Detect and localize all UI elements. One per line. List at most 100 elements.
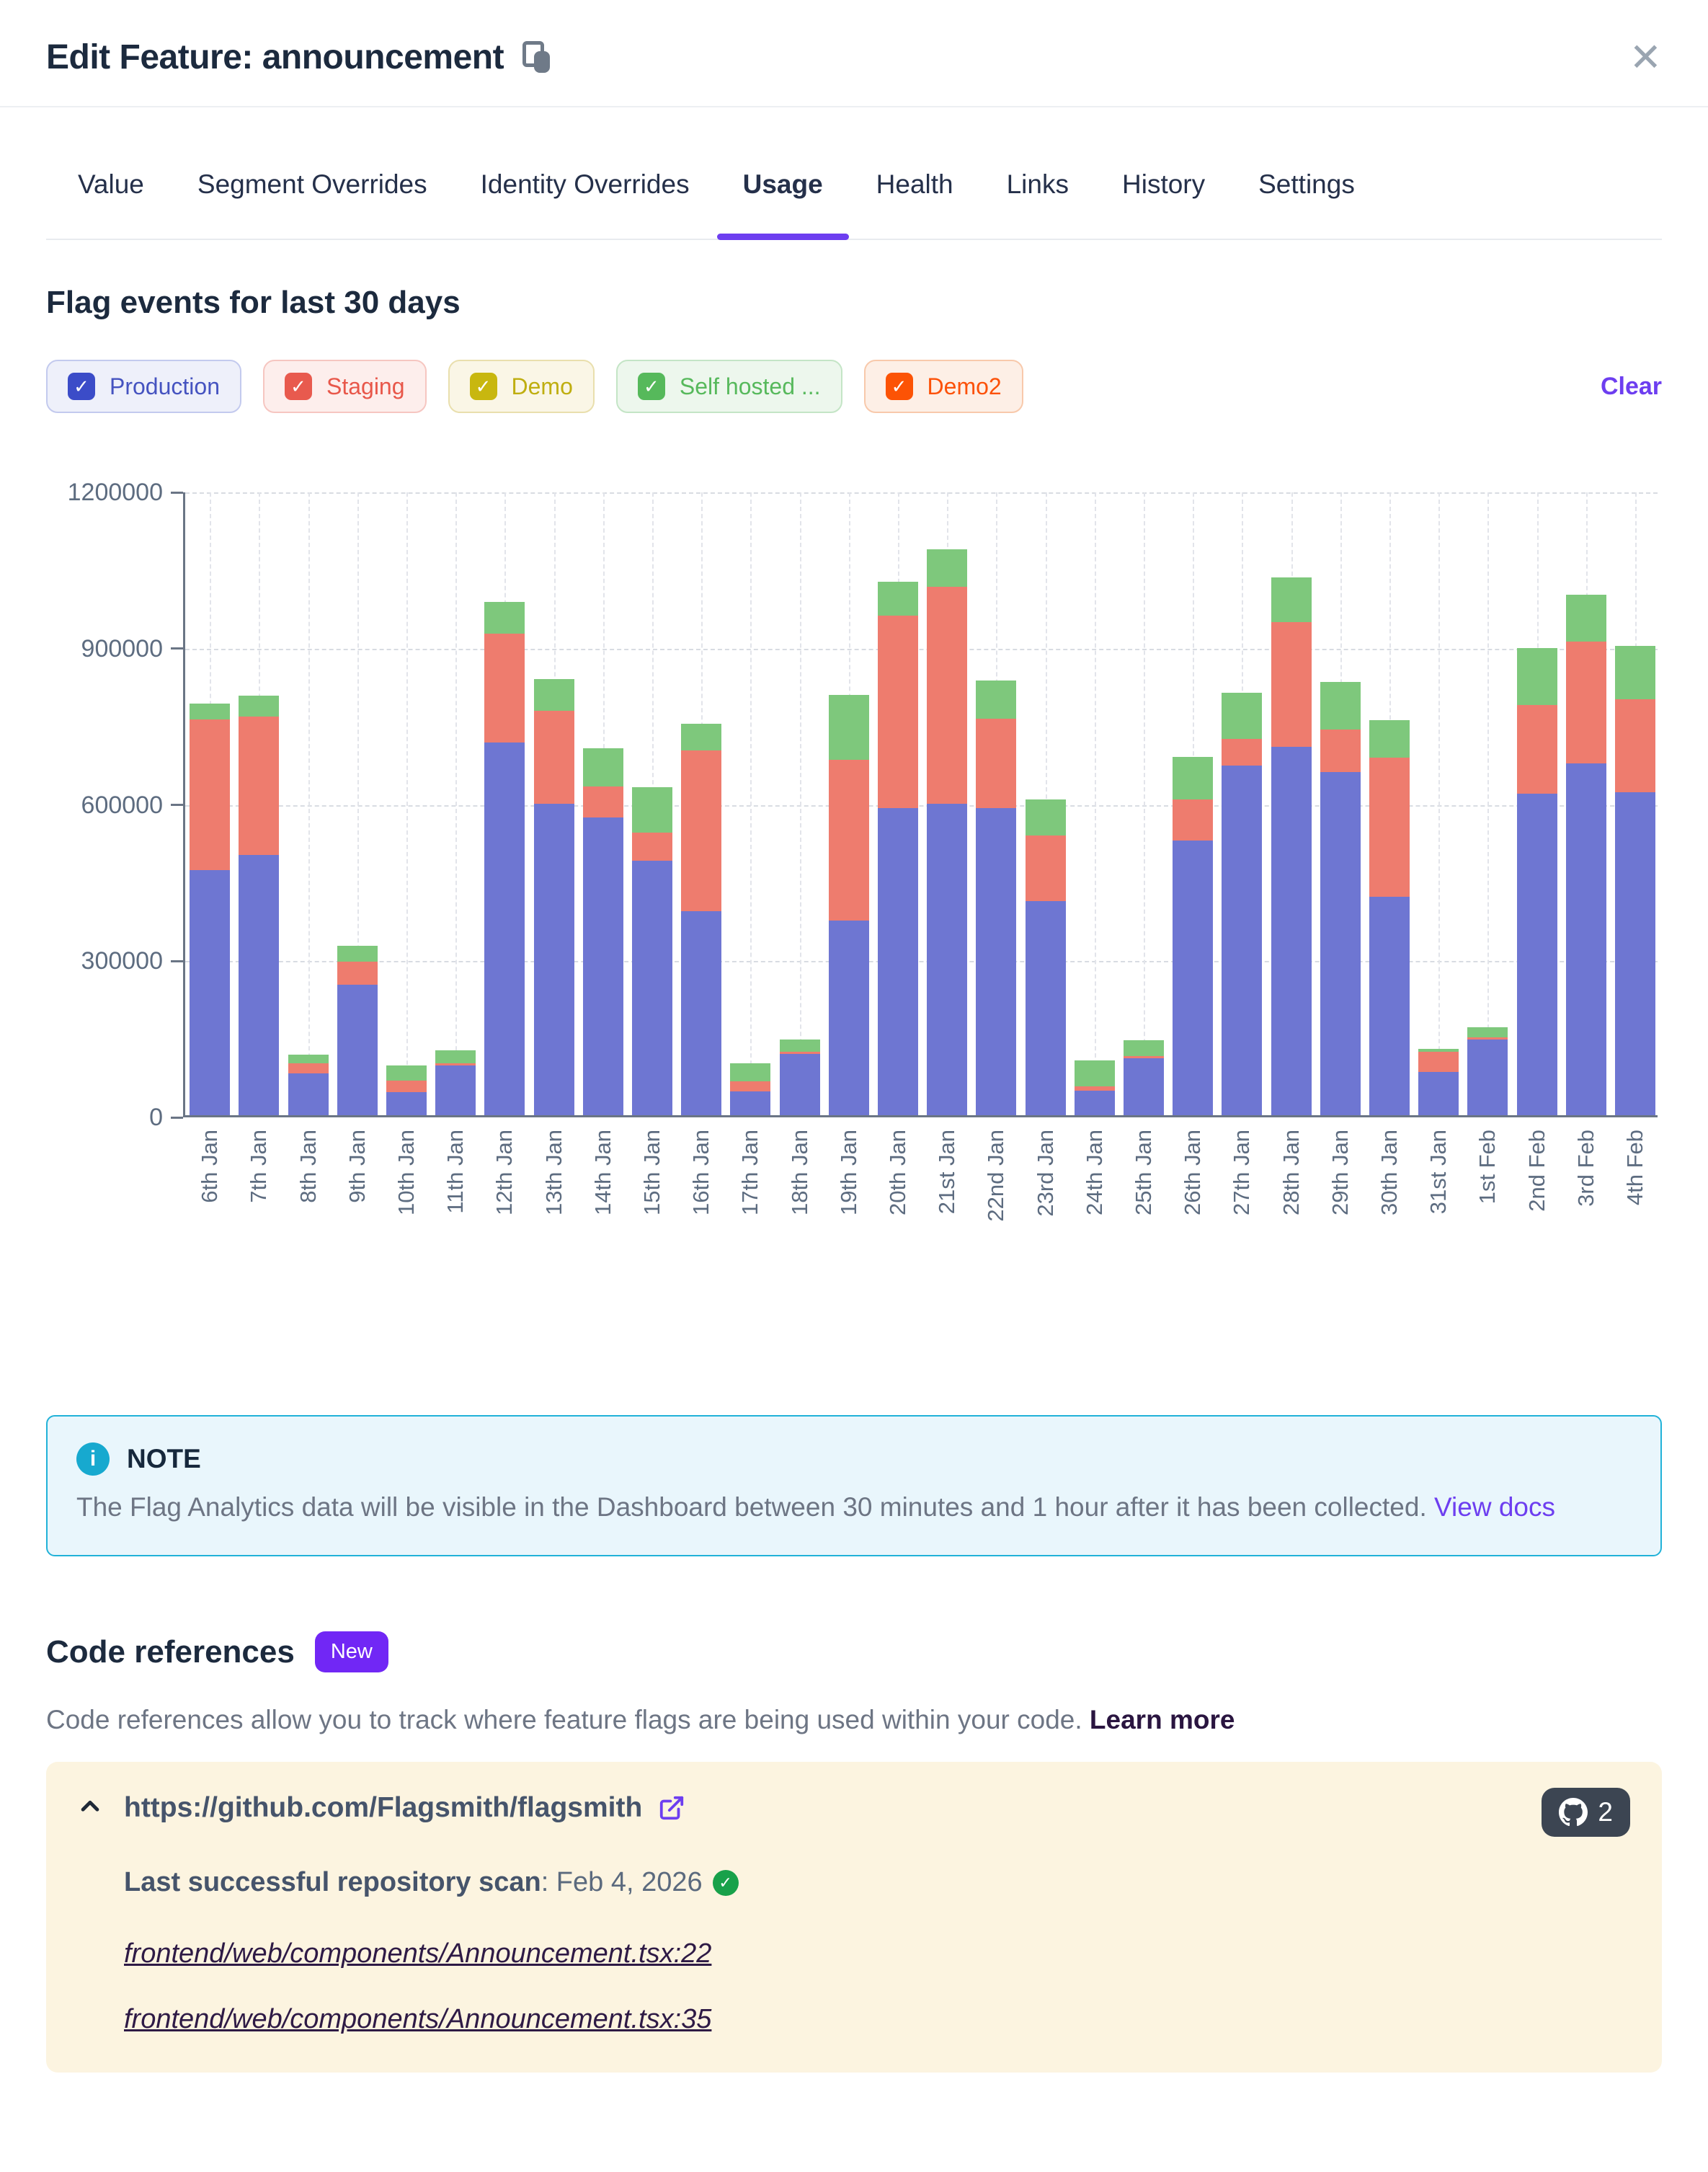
env-pill[interactable]: ✓ Demo2 <box>864 360 1023 413</box>
v-gridline <box>1095 492 1096 1115</box>
env-pill[interactable]: ✓ Demo <box>448 360 595 413</box>
bar-segment-production <box>878 808 918 1115</box>
view-docs-link[interactable]: View docs <box>1434 1492 1555 1522</box>
bar-segment-staging <box>1075 1086 1115 1091</box>
note-box: i NOTE The Flag Analytics data will be v… <box>46 1415 1662 1556</box>
env-label: Demo2 <box>928 373 1002 400</box>
bar-segment-staging <box>1271 622 1312 747</box>
bar-segment-staging <box>1026 835 1066 901</box>
bar-segment-production <box>1517 794 1557 1116</box>
bar-segment-self-hosted <box>780 1040 820 1052</box>
env-pill[interactable]: ✓ Production <box>46 360 241 413</box>
y-tick-label: 0 <box>48 1103 163 1132</box>
x-tick-label: 6th Jan <box>197 1130 222 1252</box>
learn-more-link[interactable]: Learn more <box>1090 1705 1235 1734</box>
bar-segment-staging <box>1467 1037 1508 1039</box>
x-tick-label: 16th Jan <box>689 1130 713 1252</box>
close-icon[interactable]: ✕ <box>1629 38 1662 77</box>
bar-segment-self-hosted <box>583 748 623 786</box>
y-tick-mark <box>171 492 183 494</box>
bar-segment-staging <box>780 1052 820 1055</box>
bar-segment-production <box>681 911 721 1115</box>
info-icon: i <box>76 1442 110 1476</box>
bar-segment-self-hosted <box>1615 646 1655 699</box>
tab-identity-overrides[interactable]: Identity Overrides <box>481 168 690 201</box>
code-references-description-text: Code references allow you to track where… <box>46 1705 1082 1734</box>
env-label: Production <box>110 373 220 400</box>
tab-settings[interactable]: Settings <box>1258 168 1355 201</box>
bar-segment-staging <box>386 1081 427 1092</box>
y-tick-label: 1200000 <box>48 478 163 507</box>
file-reference-link[interactable]: frontend/web/components/Announcement.tsx… <box>124 1938 711 1969</box>
github-count-badge[interactable]: 2 <box>1542 1788 1630 1837</box>
env-pill[interactable]: ✓ Staging <box>263 360 427 413</box>
note-body-text: The Flag Analytics data will be visible … <box>76 1492 1427 1522</box>
bar-segment-production <box>1173 841 1213 1115</box>
x-tick-label: 24th Jan <box>1082 1130 1107 1252</box>
env-pill[interactable]: ✓ Self hosted ... <box>616 360 842 413</box>
bar-segment-self-hosted <box>829 695 869 760</box>
checkbox-checked-icon[interactable]: ✓ <box>638 373 665 400</box>
copy-icon[interactable] <box>522 41 550 74</box>
tab-health[interactable]: Health <box>876 168 953 201</box>
y-tick-mark <box>171 647 183 650</box>
checkbox-checked-icon[interactable]: ✓ <box>886 373 913 400</box>
bar-segment-production <box>1369 897 1410 1115</box>
bar-segment-production <box>927 804 967 1115</box>
bar-segment-staging <box>435 1063 476 1066</box>
tab-value[interactable]: Value <box>78 168 144 201</box>
bar-segment-self-hosted <box>730 1063 770 1081</box>
bar-segment-self-hosted <box>1566 595 1606 641</box>
checkbox-checked-icon[interactable]: ✓ <box>285 373 312 400</box>
bar-segment-production <box>1418 1072 1459 1115</box>
bar-segment-staging <box>976 719 1016 808</box>
tab-usage[interactable]: Usage <box>743 168 823 201</box>
tab-history[interactable]: History <box>1122 168 1205 201</box>
bar-segment-production <box>1566 763 1606 1115</box>
tab-segment-overrides[interactable]: Segment Overrides <box>197 168 427 201</box>
bar-segment-self-hosted <box>1467 1027 1508 1037</box>
bar-segment-staging <box>1222 739 1262 766</box>
y-tick-mark <box>171 804 183 806</box>
bar-segment-self-hosted <box>976 681 1016 719</box>
collapse-chevron-icon[interactable] <box>78 1788 107 1825</box>
env-label: Demo <box>512 373 573 400</box>
environment-legend: ✓ Production ✓ Staging ✓ Demo ✓ Self hos… <box>46 360 1662 413</box>
bar-segment-production <box>386 1092 427 1116</box>
bar-segment-staging <box>239 717 279 854</box>
bar-segment-staging <box>190 719 230 871</box>
bar-segment-self-hosted <box>484 602 525 633</box>
tab-links[interactable]: Links <box>1007 168 1069 201</box>
chart-title: Flag events for last 30 days <box>46 285 1662 321</box>
x-tick-label: 22nd Jan <box>984 1130 1008 1252</box>
v-gridline <box>1487 492 1489 1115</box>
v-gridline <box>406 492 408 1115</box>
last-scan-value: : Feb 4, 2026 <box>541 1867 703 1898</box>
file-reference-link[interactable]: frontend/web/components/Announcement.tsx… <box>124 2004 711 2035</box>
bar-segment-staging <box>1517 705 1557 793</box>
checkbox-checked-icon[interactable]: ✓ <box>68 373 95 400</box>
clear-filters-link[interactable]: Clear <box>1601 373 1662 401</box>
external-link-icon[interactable] <box>658 1794 685 1822</box>
code-references-description: Code references allow you to track where… <box>46 1703 1662 1737</box>
bar-segment-self-hosted <box>1517 648 1557 705</box>
scan-success-check-icon: ✓ <box>713 1870 739 1896</box>
y-tick-label: 300000 <box>48 947 163 975</box>
bar-segment-staging <box>681 750 721 911</box>
x-tick-label: 11th Jan <box>443 1130 468 1252</box>
bar-segment-staging <box>1615 699 1655 792</box>
bar-segment-production <box>1026 901 1066 1115</box>
bar-segment-self-hosted <box>1418 1049 1459 1052</box>
x-tick-label: 8th Jan <box>296 1130 321 1252</box>
bar-segment-self-hosted <box>681 724 721 750</box>
chart-yaxis: 03000006000009000001200000 <box>46 492 183 1120</box>
bar-segment-production <box>484 743 525 1115</box>
tab-bar: Value Segment Overrides Identity Overrid… <box>46 168 1662 240</box>
file-links: frontend/web/components/Announcement.tsx… <box>124 1938 1630 2035</box>
x-tick-label: 13th Jan <box>542 1130 566 1252</box>
bar-segment-staging <box>534 711 574 804</box>
checkbox-checked-icon[interactable]: ✓ <box>470 373 497 400</box>
repo-url-link[interactable]: https://github.com/Flagsmith/flagsmith <box>124 1788 642 1828</box>
bar-segment-production <box>534 804 574 1115</box>
x-tick-label: 7th Jan <box>246 1130 271 1252</box>
